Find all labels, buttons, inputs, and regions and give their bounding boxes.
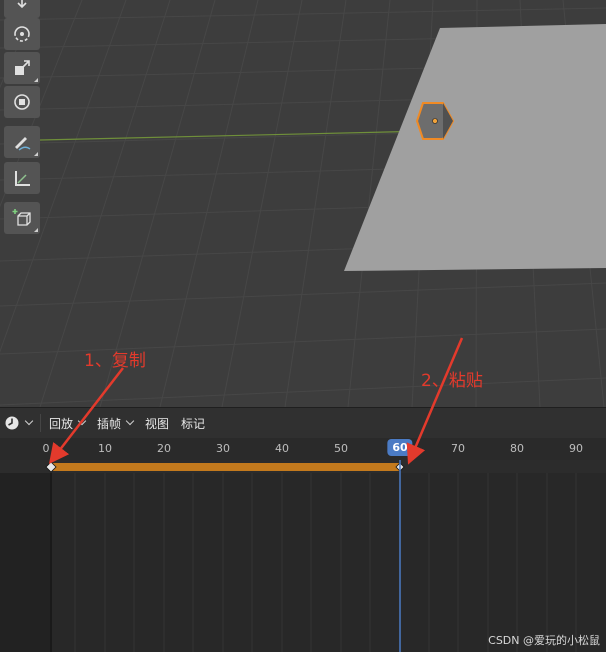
ruler-label: 90 xyxy=(569,442,583,455)
rotate-icon xyxy=(14,26,30,42)
copy-annotation: 1、复制 xyxy=(84,351,146,371)
ruler-label: 0 xyxy=(42,442,50,455)
chevron-down-icon xyxy=(125,416,135,426)
ruler-label: 40 xyxy=(275,442,289,455)
clock-icon xyxy=(5,416,19,430)
menu-marker[interactable]: 标记 xyxy=(175,413,211,433)
editor-type-selector[interactable] xyxy=(0,413,38,433)
menu-view-label: 视图 xyxy=(145,416,170,431)
ruler-label: 50 xyxy=(334,442,348,455)
measure-icon xyxy=(15,171,30,186)
ruler-label: 80 xyxy=(510,442,524,455)
annotate-tool-button[interactable] xyxy=(4,126,40,158)
measure-tool-button[interactable] xyxy=(4,162,40,194)
move-tool-button[interactable] xyxy=(4,0,40,18)
transform-tool-button[interactable] xyxy=(4,86,40,118)
chevron-down-icon xyxy=(24,416,34,426)
chevron-down-icon xyxy=(77,416,87,426)
ruler-label: 70 xyxy=(451,442,465,455)
scale-icon xyxy=(15,60,30,75)
annotate-icon xyxy=(15,137,31,151)
menu-keying-label: 插帧 xyxy=(97,416,122,431)
ruler-label: 30 xyxy=(216,442,230,455)
watermark: CSDN @爱玩的小松鼠 xyxy=(488,634,600,647)
ruler-label: 20 xyxy=(157,442,171,455)
frame-ruler[interactable]: 0 10 20 30 40 50 60 70 80 90 xyxy=(0,438,606,460)
timeline-editor: 回放 插帧 视图 标记 0 10 20 30 40 50 60 70 80 90 xyxy=(0,407,606,652)
header-divider xyxy=(40,414,41,432)
menu-view[interactable]: 视图 xyxy=(139,413,175,433)
menu-keying[interactable]: 插帧 xyxy=(91,413,139,433)
menu-marker-label: 标记 xyxy=(181,416,206,431)
ruler-label: 10 xyxy=(98,442,112,455)
timeline-header: 回放 插帧 视图 标记 xyxy=(0,407,606,438)
current-frame-indicator[interactable]: 60 xyxy=(387,439,413,456)
move-icon xyxy=(17,0,27,9)
add-cube-icon xyxy=(12,209,31,226)
menu-playback-label: 回放 xyxy=(49,416,74,431)
add-cube-tool-button[interactable] xyxy=(4,202,40,234)
transform-icon xyxy=(14,94,30,110)
scale-tool-button[interactable] xyxy=(4,52,40,84)
paste-annotation: 2、粘贴 xyxy=(421,371,483,391)
rotate-tool-button[interactable] xyxy=(4,18,40,50)
keyframe-area[interactable] xyxy=(0,460,606,652)
keyframe-hold-bar xyxy=(51,463,400,471)
menu-playback[interactable]: 回放 xyxy=(43,413,91,433)
keyframe-canvas xyxy=(0,460,606,652)
